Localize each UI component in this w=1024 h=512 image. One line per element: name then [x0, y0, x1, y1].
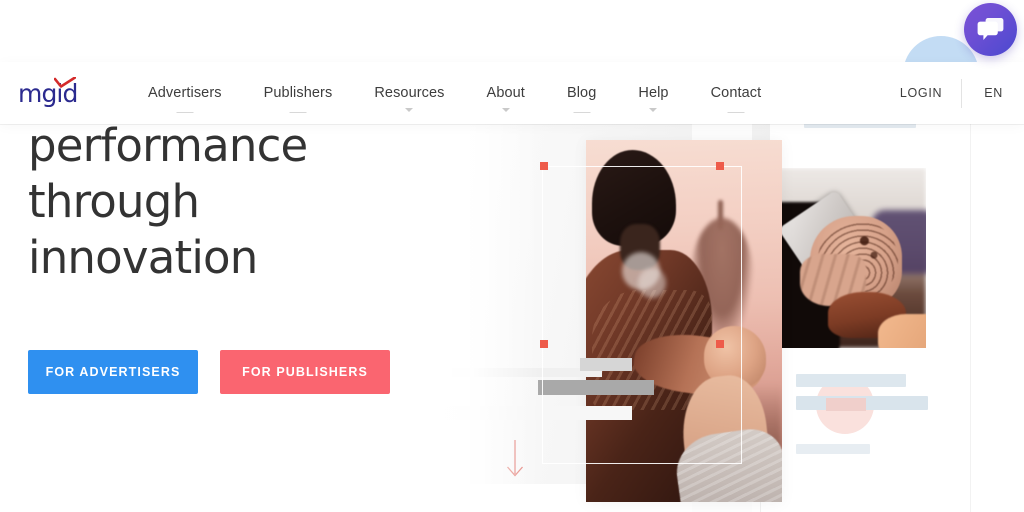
nav-label: Help [638, 85, 669, 101]
language-selector[interactable]: EN [962, 86, 1024, 100]
nav-item-advertisers[interactable]: Advertisers [127, 82, 243, 113]
selection-handle-top-right[interactable] [716, 162, 724, 170]
selection-handle-bottom-left[interactable] [540, 340, 548, 348]
chevron-down-icon [501, 108, 510, 112]
nav-underline-mark [727, 111, 745, 113]
page-root: performance through innovation FOR ADVER… [0, 0, 1024, 512]
header-right-group: LOGIN EN [881, 62, 1024, 124]
nav-label: Contact [710, 85, 762, 101]
column-guide [970, 118, 971, 512]
nav-label: Resources [374, 85, 445, 101]
hero-text-block: performance through innovation [28, 118, 458, 286]
for-advertisers-button[interactable]: FOR ADVERTISERS [28, 350, 198, 394]
arrow-down-icon[interactable] [504, 440, 526, 487]
nav-label: Advertisers [148, 85, 222, 101]
placeholder-bar [796, 374, 906, 387]
nav-item-blog[interactable]: Blog [546, 82, 617, 113]
nav-label: Publishers [263, 85, 333, 101]
nav-underline-mark [289, 111, 307, 113]
chat-bubble-glyph [977, 18, 1004, 40]
placeholder-bar [826, 398, 866, 411]
hero-collage [430, 118, 1024, 512]
main-navigation: Advertisers Publishers Resources About B… [127, 82, 783, 113]
hero-cta-group: FOR ADVERTISERS FOR PUBLISHERS [28, 350, 390, 394]
placeholder-bar [796, 444, 870, 454]
chat-bubble-icon[interactable] [964, 3, 1017, 56]
nav-item-contact[interactable]: Contact [690, 82, 783, 113]
placeholder-bar [538, 380, 654, 395]
hero-photo-smartphone [778, 168, 926, 348]
chevron-down-icon [405, 108, 414, 112]
logo-check-icon [53, 76, 77, 94]
for-publishers-button[interactable]: FOR PUBLISHERS [220, 350, 390, 394]
nav-item-about[interactable]: About [466, 82, 546, 112]
page-title: performance through innovation [28, 119, 308, 284]
nav-label: Blog [566, 85, 597, 101]
selection-handle-top-left[interactable] [540, 162, 548, 170]
nav-label: About [486, 85, 525, 101]
login-link[interactable]: LOGIN [881, 86, 961, 100]
nav-underline-mark [573, 111, 591, 113]
mgid-logo[interactable]: mgid [18, 76, 84, 108]
hero-photo-couple [586, 140, 782, 502]
site-header: mgid Advertisers Publishers Resources Ab… [0, 62, 1024, 124]
placeholder-bar [432, 406, 632, 420]
nav-item-help[interactable]: Help [617, 82, 689, 112]
selection-handle-bottom-right[interactable] [716, 340, 724, 348]
chevron-down-icon [649, 108, 658, 112]
nav-item-publishers[interactable]: Publishers [243, 82, 354, 113]
placeholder-bar [580, 358, 632, 371]
nav-underline-mark [176, 111, 194, 113]
nav-item-resources[interactable]: Resources [353, 82, 465, 112]
